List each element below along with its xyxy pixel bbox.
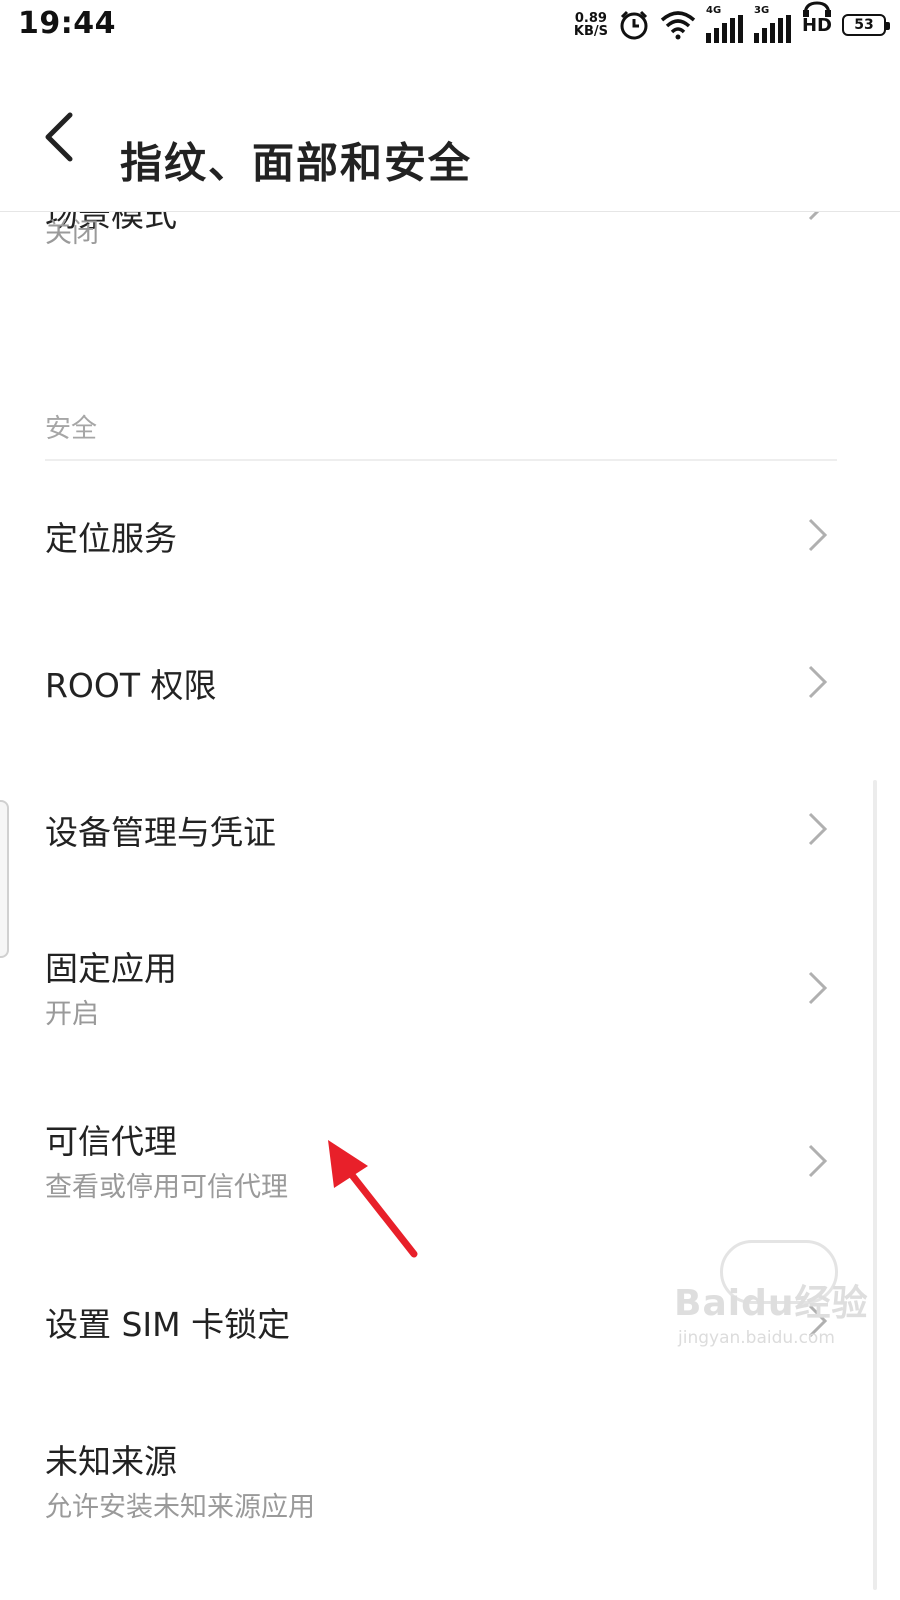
chevron-right-icon xyxy=(808,665,828,699)
list-item-scene-mode[interactable]: 场景模式 关闭 xyxy=(0,212,900,292)
annotation-arrow-icon xyxy=(328,1140,418,1258)
back-button[interactable] xyxy=(38,107,82,167)
hd-label: HD xyxy=(801,14,832,36)
list-item-title: 未知来源 xyxy=(45,1442,177,1481)
battery-icon: 53 xyxy=(842,14,890,36)
list-item-location-service[interactable]: 定位服务 xyxy=(0,480,900,590)
app-header: 指纹、面部和安全 xyxy=(0,52,900,212)
chevron-right-icon xyxy=(808,212,820,221)
list-item-subtitle: 查看或停用可信代理 xyxy=(45,1172,288,1203)
edge-gesture-handle[interactable] xyxy=(0,800,9,958)
list-item-title: 定位服务 xyxy=(45,519,177,558)
list-item-title: 设置 SIM 卡锁定 xyxy=(45,1305,291,1344)
signal-3g-label: 3G xyxy=(753,5,770,16)
list-item-subtitle: 关闭 xyxy=(45,218,99,249)
section-label-security: 安全 xyxy=(45,414,98,444)
watermark-url: jingyan.baidu.com xyxy=(678,1328,835,1348)
signal-4g-icon: 4G xyxy=(705,5,744,43)
chevron-right-icon xyxy=(808,971,828,1005)
list-item-trust-agents[interactable]: 可信代理 查看或停用可信代理 xyxy=(0,1097,900,1237)
list-item-root-permission[interactable]: ROOT 权限 xyxy=(0,628,900,738)
battery-level: 53 xyxy=(854,17,874,33)
settings-list[interactable]: 场景模式 关闭 安全 定位服务 ROOT 权限 设备管理与凭证 固定应用 开启 … xyxy=(0,212,900,1600)
network-speed: 0.89 KB/S xyxy=(574,12,608,38)
list-item-title: 设备管理与凭证 xyxy=(45,813,276,852)
signal-3g-icon: 3G xyxy=(753,5,792,43)
signal-4g-label: 4G xyxy=(705,5,722,16)
list-item-screen-pinning[interactable]: 固定应用 开启 xyxy=(0,924,900,1064)
status-time: 19:44 xyxy=(18,6,116,41)
chevron-right-icon xyxy=(808,812,828,846)
divider xyxy=(45,459,837,461)
status-icons: 0.89 KB/S 4G 3G HD 53 xyxy=(574,0,890,43)
status-bar: 19:44 0.89 KB/S 4G 3G HD 53 xyxy=(0,0,900,52)
page-title: 指纹、面部和安全 xyxy=(120,138,473,188)
alarm-icon xyxy=(620,10,648,40)
list-item-subtitle: 允许安装未知来源应用 xyxy=(45,1492,315,1523)
watermark-logo: Baidu经验 jingyan.baidu.com xyxy=(670,1240,867,1380)
hd-voice-icon: HD xyxy=(801,0,832,36)
back-arrow-icon xyxy=(45,112,73,162)
list-item-title: ROOT 权限 xyxy=(45,666,217,705)
list-item-title: 可信代理 xyxy=(45,1122,177,1161)
chevron-right-icon xyxy=(808,1144,828,1178)
network-speed-unit: KB/S xyxy=(573,24,608,39)
wifi-icon xyxy=(660,11,696,40)
list-item-unknown-sources[interactable]: 未知来源 允许安装未知来源应用 xyxy=(0,1417,900,1557)
list-item-title: 固定应用 xyxy=(45,949,177,988)
battery-cap xyxy=(886,22,890,30)
scrollbar[interactable] xyxy=(873,780,877,1590)
chevron-right-icon xyxy=(808,518,828,552)
list-item-subtitle: 开启 xyxy=(45,999,99,1030)
watermark-brand: Baidu经验 xyxy=(674,1283,869,1324)
list-item-device-admin[interactable]: 设备管理与凭证 xyxy=(0,774,900,884)
